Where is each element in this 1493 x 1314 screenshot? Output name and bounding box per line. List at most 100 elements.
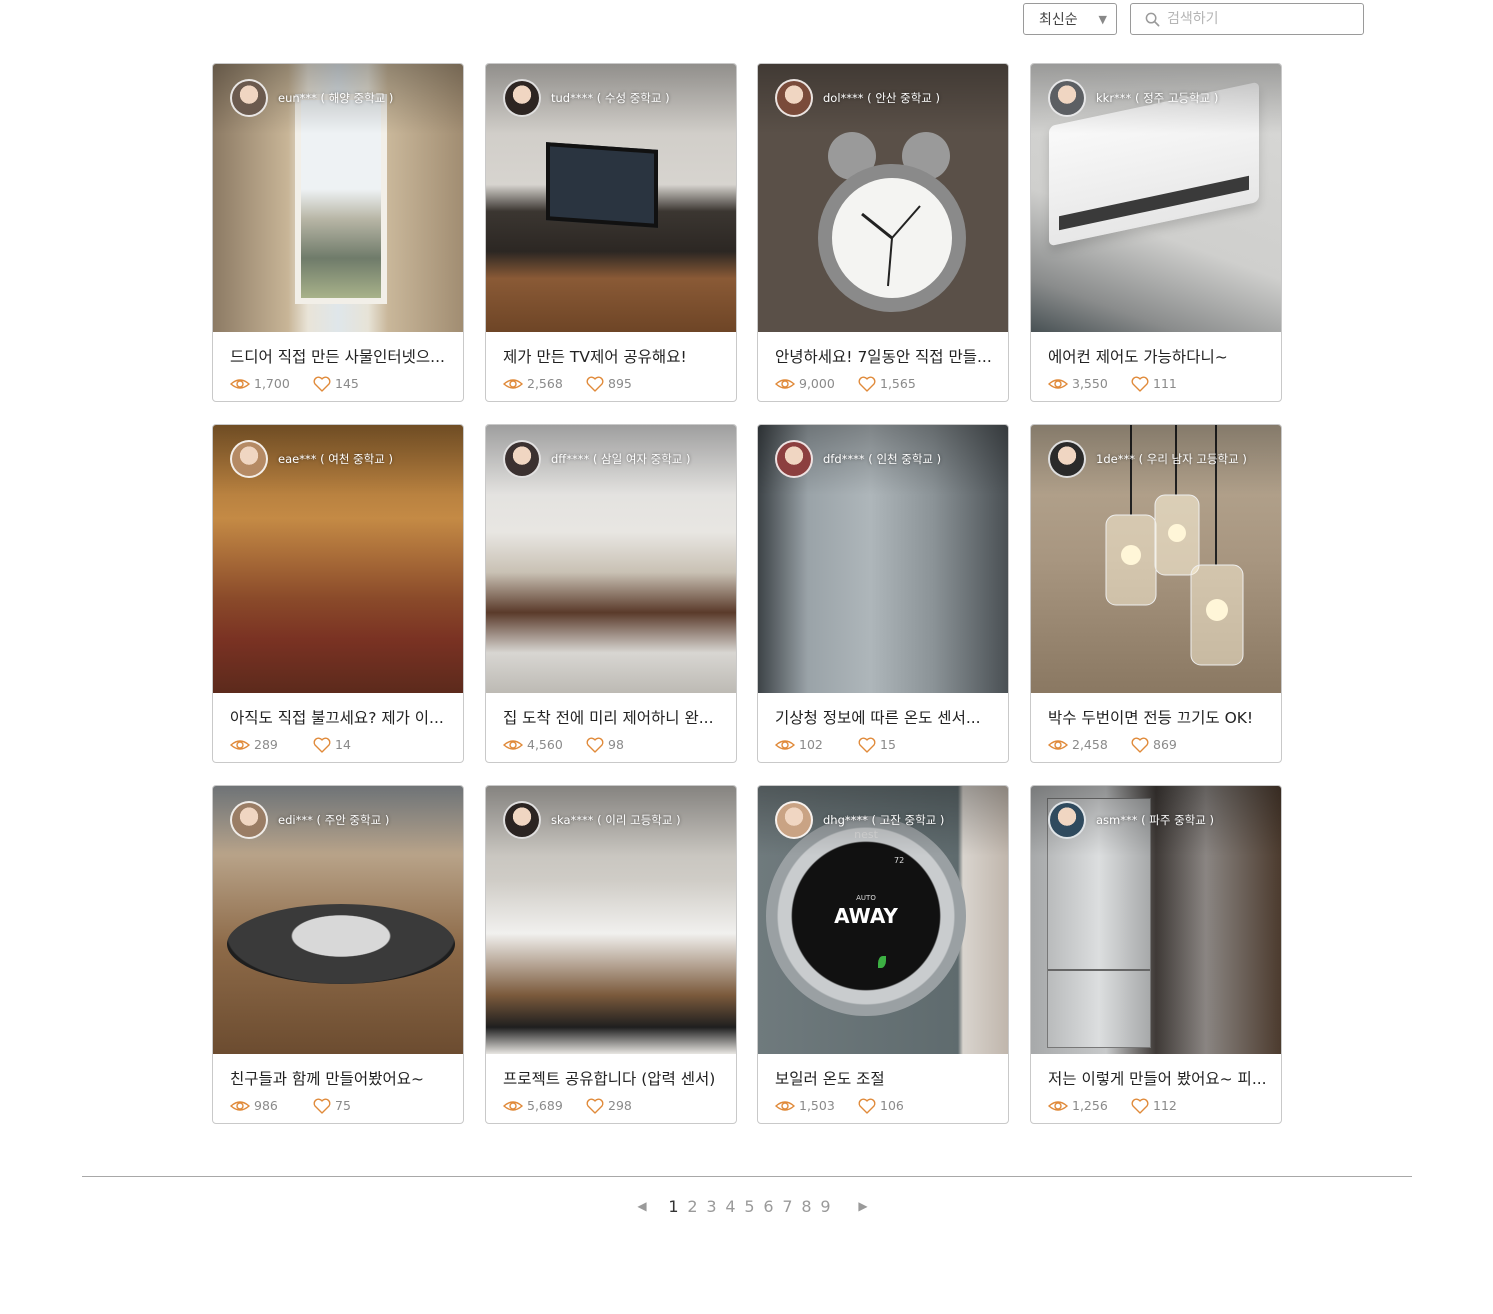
- triangle-left-icon[interactable]: ◀: [632, 1199, 652, 1213]
- post-thumbnail[interactable]: nest 72 AUTO AWAY dhg**** ( 고잔 중학교 ): [758, 786, 1008, 1054]
- post-title[interactable]: 박수 두번이면 전등 끄기도 OK!: [1048, 706, 1268, 728]
- post-card[interactable]: tud**** ( 수성 중학교 ) 제가 만든 TV제어 공유해요! 2,56…: [485, 63, 737, 402]
- post-stats: 1,700 145: [230, 376, 463, 392]
- post-card[interactable]: ska**** ( 이리 고등학교 ) 프로젝트 공유합니다 (압력 센서) 5…: [485, 785, 737, 1124]
- triangle-right-icon[interactable]: ▶: [853, 1199, 873, 1213]
- view-count-value: 289: [254, 737, 278, 752]
- post-thumbnail[interactable]: kkr*** ( 정주 고등학교 ): [1031, 64, 1281, 332]
- page-link[interactable]: 9: [816, 1197, 835, 1216]
- like-count[interactable]: 14: [313, 737, 351, 753]
- post-title[interactable]: 에어컨 제어도 가능하다니~: [1048, 345, 1268, 367]
- post-title[interactable]: 드디어 직접 만든 사물인터넷으...: [230, 345, 450, 367]
- page-link[interactable]: 8: [797, 1197, 816, 1216]
- page-link[interactable]: 2: [683, 1197, 702, 1216]
- heart-icon[interactable]: [586, 376, 604, 392]
- post-info: 친구들과 함께 만들어봤어요~ 986 75: [213, 1054, 463, 1123]
- eye-icon: [230, 378, 250, 389]
- sort-dropdown[interactable]: 최신순 ▼: [1023, 3, 1117, 35]
- view-count-value: 2,568: [527, 376, 563, 391]
- post-card[interactable]: dff**** ( 삼일 여자 중학교 ) 집 도착 전에 미리 제어하니 완.…: [485, 424, 737, 763]
- post-card[interactable]: eae*** ( 여천 중학교 ) 아직도 직접 불끄세요? 제가 이... 2…: [212, 424, 464, 763]
- post-thumbnail[interactable]: dfd**** ( 인천 중학교 ): [758, 425, 1008, 693]
- post-title[interactable]: 안녕하세요! 7일동안 직접 만들...: [775, 345, 995, 367]
- author-name: ska**** ( 이리 고등학교 ): [551, 813, 681, 827]
- post-title[interactable]: 프로젝트 공유합니다 (압력 센서): [503, 1067, 723, 1089]
- view-count: 986: [230, 1098, 278, 1113]
- post-thumbnail[interactable]: 1de*** ( 우리 남자 고등학교 ): [1031, 425, 1281, 693]
- post-thumbnail[interactable]: dff**** ( 삼일 여자 중학교 ): [486, 425, 736, 693]
- like-count[interactable]: 869: [1131, 737, 1177, 753]
- heart-icon[interactable]: [313, 737, 331, 753]
- page-link[interactable]: 1: [664, 1197, 683, 1216]
- post-thumbnail[interactable]: eun*** ( 해양 중학교 ): [213, 64, 463, 332]
- post-card[interactable]: dfd**** ( 인천 중학교 ) 기상청 정보에 따른 온도 센서... 1…: [757, 424, 1009, 763]
- heart-icon[interactable]: [313, 376, 331, 392]
- post-card[interactable]: kkr*** ( 정주 고등학교 ) 에어컨 제어도 가능하다니~ 3,550 …: [1030, 63, 1282, 402]
- post-thumbnail[interactable]: edi*** ( 주안 중학교 ): [213, 786, 463, 1054]
- like-count[interactable]: 98: [586, 737, 624, 753]
- like-count[interactable]: 145: [313, 376, 359, 392]
- post-title[interactable]: 보일러 온도 조절: [775, 1067, 995, 1089]
- eye-icon: [1048, 739, 1068, 750]
- post-stats: 5,689 298: [503, 1098, 736, 1114]
- page-link[interactable]: 5: [740, 1197, 759, 1216]
- like-count-value: 106: [880, 1098, 904, 1113]
- post-info: 제가 만든 TV제어 공유해요! 2,568 895: [486, 332, 736, 401]
- post-thumbnail[interactable]: ska**** ( 이리 고등학교 ): [486, 786, 736, 1054]
- page-link[interactable]: 6: [759, 1197, 778, 1216]
- like-count[interactable]: 298: [586, 1098, 632, 1114]
- like-count[interactable]: 111: [1131, 376, 1177, 392]
- heart-icon[interactable]: [858, 1098, 876, 1114]
- page-link[interactable]: 3: [702, 1197, 721, 1216]
- view-count-value: 2,458: [1072, 737, 1108, 752]
- like-count[interactable]: 106: [858, 1098, 904, 1114]
- post-card[interactable]: asm*** ( 파주 중학교 ) 저는 이렇게 만들어 봤어요~ 피... 1…: [1030, 785, 1282, 1124]
- heart-icon[interactable]: [1131, 376, 1149, 392]
- page-link[interactable]: 4: [721, 1197, 740, 1216]
- post-title[interactable]: 기상청 정보에 따른 온도 센서...: [775, 706, 995, 728]
- post-card[interactable]: nest 72 AUTO AWAY dhg**** ( 고잔 중학교 ) 보일러…: [757, 785, 1009, 1124]
- post-card[interactable]: 1de*** ( 우리 남자 고등학교 ) 박수 두번이면 전등 끄기도 OK!…: [1030, 424, 1282, 763]
- post-card[interactable]: edi*** ( 주안 중학교 ) 친구들과 함께 만들어봤어요~ 986 75: [212, 785, 464, 1124]
- avatar: [775, 801, 813, 839]
- post-card[interactable]: eun*** ( 해양 중학교 ) 드디어 직접 만든 사물인터넷으... 1,…: [212, 63, 464, 402]
- heart-icon[interactable]: [313, 1098, 331, 1114]
- post-title[interactable]: 집 도착 전에 미리 제어하니 완...: [503, 706, 723, 728]
- heart-icon[interactable]: [858, 737, 876, 753]
- page-link[interactable]: 7: [778, 1197, 797, 1216]
- avatar: [1048, 79, 1086, 117]
- view-count-value: 9,000: [799, 376, 835, 391]
- post-title[interactable]: 제가 만든 TV제어 공유해요!: [503, 345, 723, 367]
- post-title[interactable]: 아직도 직접 불끄세요? 제가 이...: [230, 706, 450, 728]
- like-count[interactable]: 75: [313, 1098, 351, 1114]
- avatar: [1048, 440, 1086, 478]
- author-name: kkr*** ( 정주 고등학교 ): [1096, 91, 1219, 105]
- view-count-value: 1,700: [254, 376, 290, 391]
- post-stats: 3,550 111: [1048, 376, 1281, 392]
- like-count[interactable]: 1,565: [858, 376, 916, 392]
- like-count-value: 869: [1153, 737, 1177, 752]
- search-icon[interactable]: [1137, 4, 1167, 34]
- search-input[interactable]: [1167, 5, 1363, 33]
- heart-icon[interactable]: [1131, 737, 1149, 753]
- heart-icon[interactable]: [858, 376, 876, 392]
- like-count[interactable]: 15: [858, 737, 896, 753]
- view-count-value: 1,503: [799, 1098, 835, 1113]
- view-count: 2,458: [1048, 737, 1108, 752]
- post-thumbnail[interactable]: eae*** ( 여천 중학교 ): [213, 425, 463, 693]
- heart-icon[interactable]: [586, 737, 604, 753]
- post-thumbnail[interactable]: asm*** ( 파주 중학교 ): [1031, 786, 1281, 1054]
- post-thumbnail[interactable]: tud**** ( 수성 중학교 ): [486, 64, 736, 332]
- alarm-clock-image: [818, 132, 966, 312]
- like-count[interactable]: 895: [586, 376, 632, 392]
- like-count[interactable]: 112: [1131, 1098, 1177, 1114]
- pagination-divider: [82, 1176, 1412, 1177]
- post-title[interactable]: 친구들과 함께 만들어봤어요~: [230, 1067, 450, 1089]
- post-title[interactable]: 저는 이렇게 만들어 봤어요~ 피...: [1048, 1067, 1268, 1089]
- pagination: ◀ 123456789 ▶: [632, 1194, 873, 1218]
- like-count-value: 298: [608, 1098, 632, 1113]
- post-thumbnail[interactable]: dol**** ( 안산 중학교 ): [758, 64, 1008, 332]
- heart-icon[interactable]: [1131, 1098, 1149, 1114]
- post-card[interactable]: dol**** ( 안산 중학교 ) 안녕하세요! 7일동안 직접 만들... …: [757, 63, 1009, 402]
- heart-icon[interactable]: [586, 1098, 604, 1114]
